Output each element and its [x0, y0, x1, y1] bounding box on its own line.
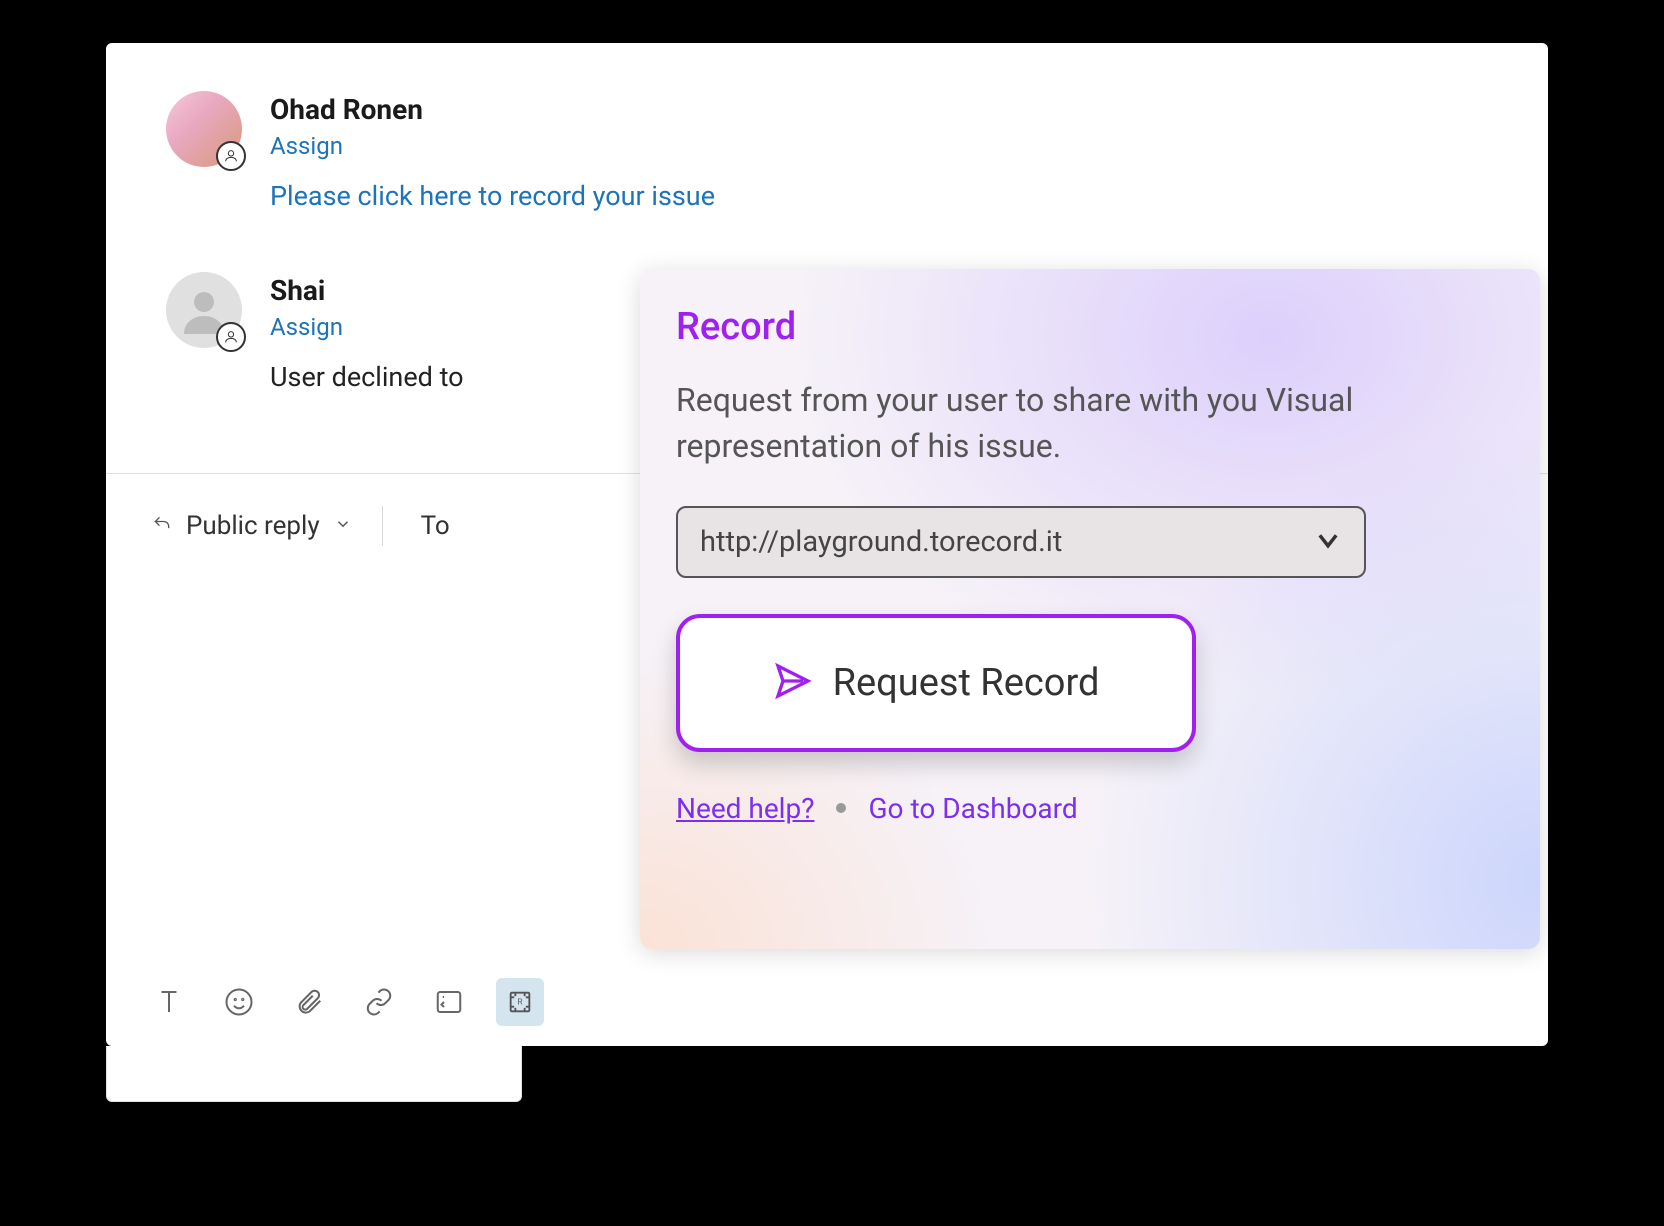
popover-description: Request from your user to share with you…: [676, 377, 1504, 470]
code-block-icon[interactable]: [432, 985, 466, 1019]
bottom-tab-stub: [106, 1046, 522, 1102]
dashboard-link[interactable]: Go to Dashboard: [868, 792, 1077, 825]
url-dropdown[interactable]: http://playground.torecord.it: [676, 506, 1366, 578]
person-badge-icon: [216, 141, 246, 171]
send-icon: [773, 661, 813, 705]
message-author: Ohad Ronen: [270, 93, 1488, 126]
request-record-button[interactable]: Request Record: [676, 614, 1196, 752]
separator-dot: [836, 803, 846, 813]
editor-toolbar: R: [152, 978, 544, 1026]
avatar[interactable]: [166, 91, 242, 167]
url-value: http://playground.torecord.it: [700, 525, 1062, 559]
person-badge-icon: [216, 322, 246, 352]
record-popover: Record Request from your user to share w…: [640, 269, 1540, 949]
message-content: Ohad Ronen Assign Please click here to r…: [270, 91, 1488, 212]
assign-link[interactable]: Assign: [270, 313, 343, 341]
request-record-label: Request Record: [833, 661, 1100, 705]
ticket-panel: Ohad Ronen Assign Please click here to r…: [106, 43, 1548, 1046]
chevron-down-icon: [334, 515, 352, 537]
record-issue-link[interactable]: Please click here to record your issue: [270, 180, 715, 212]
message-item: Ohad Ronen Assign Please click here to r…: [166, 91, 1488, 212]
link-icon[interactable]: [362, 985, 396, 1019]
record-app-button[interactable]: R: [496, 978, 544, 1026]
assign-link[interactable]: Assign: [270, 132, 343, 160]
reply-type-selector[interactable]: Public reply: [152, 506, 383, 546]
paperclip-icon[interactable]: [292, 985, 326, 1019]
need-help-link[interactable]: Need help?: [676, 792, 814, 825]
avatar[interactable]: [166, 272, 242, 348]
reply-type-label: Public reply: [186, 511, 320, 541]
chevron-down-icon: [1314, 526, 1342, 558]
reply-arrow-icon: [152, 514, 172, 538]
text-format-icon[interactable]: [152, 985, 186, 1019]
to-label: To: [391, 511, 450, 541]
emoji-icon[interactable]: [222, 985, 256, 1019]
svg-text:R: R: [517, 996, 522, 1006]
popover-title: Record: [676, 305, 1504, 349]
popover-footer: Need help? Go to Dashboard: [676, 792, 1504, 825]
